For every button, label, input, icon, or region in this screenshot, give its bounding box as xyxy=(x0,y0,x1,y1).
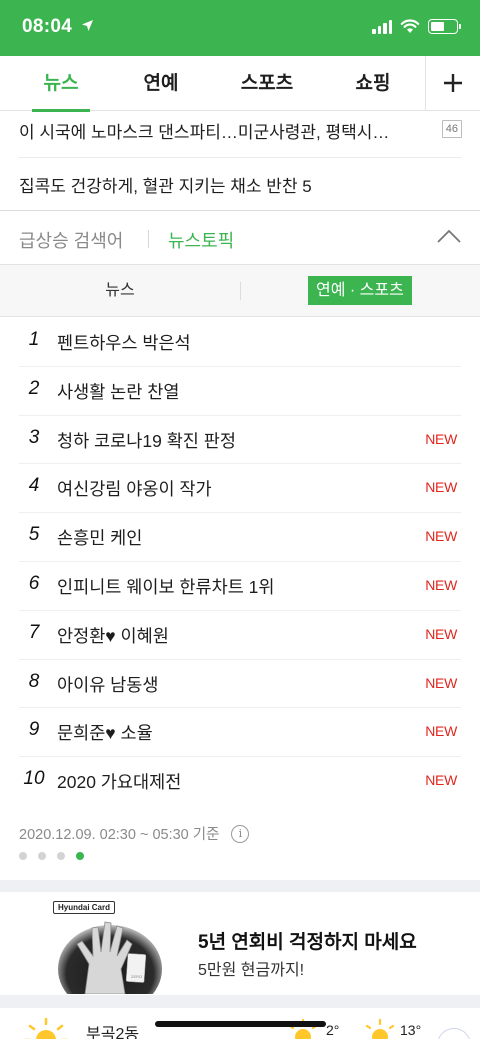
ad-banner[interactable]: Hyundai Card ZERO 5년 연회비 걱정하지 마세요 5만원 현금… xyxy=(0,892,480,995)
temperature-low: 2° xyxy=(326,1022,340,1038)
status-bar: 08:04 xyxy=(0,0,480,56)
add-tab-button[interactable] xyxy=(425,56,480,110)
keyword-text: 인피니트 웨이보 한류차트 1위 xyxy=(57,576,275,597)
section-gap xyxy=(0,995,480,1008)
ad-hand-image: ZERO xyxy=(55,914,175,994)
divider xyxy=(19,157,461,158)
tab-shopping[interactable]: 쇼핑 xyxy=(350,56,396,111)
keyword-text: 손흥민 케인 xyxy=(57,528,143,549)
keyword-text: 2020 가요대제전 xyxy=(57,772,182,793)
temperature-high: 13° xyxy=(400,1022,422,1038)
new-badge: NEW xyxy=(425,479,457,496)
status-time: 08:04 xyxy=(22,16,94,38)
trending-subtabs: 뉴스 연예 · 스포츠 xyxy=(0,264,480,317)
list-item[interactable]: 1 펜트하우스 박은석 xyxy=(19,318,461,367)
divider xyxy=(0,210,480,211)
page-dot[interactable] xyxy=(57,852,65,860)
trending-header: 급상승 검색어 뉴스토픽 xyxy=(0,212,480,264)
section-gap xyxy=(0,880,480,892)
plus-icon xyxy=(444,74,462,92)
battery-icon xyxy=(428,19,461,34)
rank-number: 3 xyxy=(28,426,40,448)
divider xyxy=(148,230,149,248)
new-badge: NEW xyxy=(425,430,457,447)
comment-count-badge: 46 xyxy=(441,120,462,138)
clock-text: 08:04 xyxy=(22,16,73,37)
keyword-text: 안정환♥ 이혜원 xyxy=(57,625,169,646)
list-item[interactable]: 8 아이유 남동생 NEW xyxy=(19,660,461,709)
home-indicator[interactable] xyxy=(155,1021,326,1027)
rank-number: 9 xyxy=(28,719,40,741)
cellular-signal-icon xyxy=(372,19,392,34)
rank-number: 4 xyxy=(28,475,40,497)
list-item[interactable]: 9 문희준♥ 소율 NEW xyxy=(19,708,461,758)
list-item[interactable]: 7 안정환♥ 이혜원 NEW xyxy=(19,611,461,660)
weather-location: 부곡2동 xyxy=(86,1026,140,1039)
list-item[interactable]: 5 손흥민 케인 NEW xyxy=(19,513,461,562)
rank-number: 7 xyxy=(28,621,40,643)
tab-realtime-search[interactable]: 급상승 검색어 xyxy=(19,227,123,253)
rank-number: 5 xyxy=(28,524,40,546)
page-dot-active[interactable] xyxy=(76,852,84,860)
timestamp-text: 2020.12.09. 02:30 ~ 05:30 기준 xyxy=(19,827,220,843)
page-dot[interactable] xyxy=(38,852,46,860)
rank-number: 10 xyxy=(23,768,45,790)
new-badge: NEW xyxy=(425,674,457,691)
list-item[interactable]: 4 여신강림 야옹이 작가 NEW xyxy=(19,464,461,514)
location-arrow-icon xyxy=(81,20,93,31)
subtab-entertainment-sports[interactable]: 연예 · 스포츠 xyxy=(308,276,412,305)
headline-text: 집콕도 건강하게, 혈관 지키는 채소 반찬 5 xyxy=(19,177,312,196)
info-icon[interactable]: i xyxy=(231,824,250,843)
new-badge: NEW xyxy=(425,576,457,593)
new-badge: NEW xyxy=(425,772,457,789)
category-tab-bar: 뉴스 연예 스포츠 쇼핑 xyxy=(0,56,480,112)
rank-number: 6 xyxy=(28,572,40,594)
keyword-text: 펜트하우스 박은석 xyxy=(57,333,191,353)
ad-title: 5년 연회비 걱정하지 마세요 xyxy=(198,932,417,953)
ad-subtitle: 5만원 현금까지! xyxy=(198,962,305,979)
list-item[interactable]: 10 2020 가요대제전 NEW xyxy=(19,757,461,806)
chevron-up-icon[interactable] xyxy=(436,226,462,248)
wifi-icon xyxy=(400,19,420,33)
new-badge: NEW xyxy=(425,625,457,642)
keyword-text: 문희준♥ 소율 xyxy=(57,723,153,744)
sunny-icon xyxy=(24,1018,68,1039)
card-zero-label: ZERO xyxy=(131,974,142,979)
page-dot[interactable] xyxy=(19,852,27,860)
keyword-text: 여신강림 야옹이 작가 xyxy=(57,479,212,500)
headline-text: 이 시국에 노마스크 댄스파티…미군사령관, 평택시… xyxy=(19,123,390,142)
trending-list: 1 펜트하우스 박은석 2 사생활 논란 찬열 3 청하 코로나19 확진 판정… xyxy=(0,318,480,806)
tab-entertainment[interactable]: 연예 xyxy=(135,56,187,111)
subtab-news[interactable]: 뉴스 xyxy=(0,265,240,316)
tab-sports[interactable]: 스포츠 xyxy=(233,56,301,111)
new-badge: NEW xyxy=(425,723,457,740)
keyword-text: 청하 코로나19 확진 판정 xyxy=(57,430,236,451)
list-item[interactable]: 6 인피니트 웨이보 한류차트 1위 NEW xyxy=(19,562,461,611)
list-item[interactable]: 2 사생활 논란 찬열 xyxy=(19,367,461,416)
rank-number: 2 xyxy=(28,377,40,399)
headline-item[interactable]: 집콕도 건강하게, 혈관 지키는 채소 반찬 5 xyxy=(19,172,462,198)
trending-timestamp: 2020.12.09. 02:30 ~ 05:30 기준 i xyxy=(19,823,250,844)
rank-number: 1 xyxy=(28,329,40,350)
page-indicator xyxy=(19,852,84,860)
list-item[interactable]: 3 청하 코로나19 확진 판정 NEW xyxy=(19,416,461,465)
tab-news[interactable]: 뉴스 xyxy=(32,56,90,112)
divider xyxy=(240,282,241,300)
rank-number: 8 xyxy=(28,670,40,692)
headline-item[interactable]: 이 시국에 노마스크 댄스파티…미군사령관, 평택시… 46 xyxy=(19,118,462,144)
keyword-text: 사생활 논란 찬열 xyxy=(57,381,180,402)
new-badge: NEW xyxy=(425,528,457,545)
tab-news-topic[interactable]: 뉴스토픽 xyxy=(168,227,234,253)
brand-logo: Hyundai Card xyxy=(53,901,116,914)
sunny-icon xyxy=(365,1018,395,1039)
keyword-text: 아이유 남동생 xyxy=(57,674,159,695)
floating-action-button[interactable] xyxy=(437,1028,471,1039)
